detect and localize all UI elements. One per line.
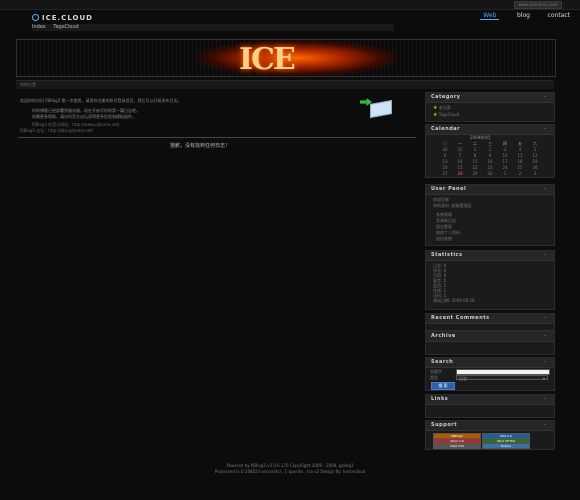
top-bar: www.sitename.com bbox=[0, 0, 580, 10]
widget-recent-comments-header[interactable]: Recent Comments – bbox=[426, 314, 554, 324]
widget-calendar-title: Calendar bbox=[431, 126, 461, 132]
no-posts-notice: 抱歉，没有找到任何日志！ bbox=[170, 143, 231, 149]
widget-statistics-header[interactable]: Statistics – bbox=[426, 251, 554, 261]
subnav-index[interactable]: Index bbox=[32, 24, 46, 30]
support-badge-6[interactable]: Firefox bbox=[482, 443, 530, 449]
location-text: 你的位置 bbox=[20, 82, 36, 87]
collapse-icon[interactable]: – bbox=[542, 422, 548, 428]
widget-statistics: Statistics – 日志: 0 评论: 0 引用: 0 留言: 0 会员: … bbox=[425, 250, 555, 310]
widget-statistics-title: Statistics bbox=[431, 252, 463, 258]
widget-links-header[interactable]: Links – bbox=[426, 395, 554, 405]
banner-title: ICE bbox=[239, 42, 296, 77]
widget-recent-comments: Recent Comments – bbox=[425, 313, 555, 331]
top-site-link[interactable]: www.sitename.com bbox=[514, 1, 562, 9]
logo-circle-icon bbox=[32, 14, 39, 21]
stat-line-8: 建站日期: 2009.09.28 bbox=[433, 298, 475, 303]
widget-archive-title: Archive bbox=[431, 333, 456, 339]
widget-calendar: Calendar – 2009年9月 日一二三四五六 30 31 1 2 3 4 5 6 7 8 9 10… bbox=[425, 124, 555, 178]
collapse-icon[interactable]: – bbox=[542, 252, 548, 258]
widget-recent-comments-title: Recent Comments bbox=[431, 315, 490, 321]
widget-support-title: Support bbox=[431, 422, 458, 428]
new-post-icon[interactable] bbox=[360, 96, 392, 118]
header: ICE.CLOUD Index TagsCloud Web blog conta… bbox=[24, 12, 570, 32]
site-logo[interactable]: ICE.CLOUD bbox=[32, 14, 93, 22]
widget-links-title: Links bbox=[431, 396, 449, 402]
nav-blog[interactable]: blog bbox=[517, 12, 530, 19]
nav-contact[interactable]: contact bbox=[548, 12, 570, 19]
collapse-icon[interactable]: – bbox=[542, 186, 548, 192]
chevron-down-icon: ▾ bbox=[542, 376, 545, 381]
user-line-2: 你的身份: 超级管理员 bbox=[433, 203, 472, 208]
search-type-value: 日志 bbox=[459, 376, 467, 381]
footer-line-2: Processed in 0.148023 second(s) , 1 quer… bbox=[214, 469, 366, 474]
sub-navigation: Index TagsCloud bbox=[32, 24, 394, 31]
star-icon: ★ bbox=[433, 105, 438, 111]
calendar-day[interactable]: 27 bbox=[438, 171, 452, 177]
search-type-label: 类型 bbox=[430, 375, 438, 380]
calendar-day[interactable]: 1 bbox=[498, 171, 512, 177]
user-link-5[interactable]: 退出系统 bbox=[436, 236, 452, 242]
star-icon: ★ bbox=[433, 112, 438, 118]
widget-archive-header[interactable]: Archive – bbox=[426, 332, 554, 342]
nav-web[interactable]: Web bbox=[480, 12, 500, 20]
widget-user-panel-header[interactable]: User Panel – bbox=[426, 185, 554, 195]
widget-category-title: Category bbox=[431, 94, 461, 100]
calendar-day[interactable]: 29 bbox=[468, 171, 482, 177]
widget-calendar-header[interactable]: Calendar – bbox=[426, 125, 554, 135]
calendar-day[interactable]: 2 bbox=[513, 171, 527, 177]
collapse-icon[interactable]: – bbox=[542, 94, 548, 100]
widget-support: Support – PJBlog3 RSS 2.0 Atom 1.0 Valid … bbox=[425, 420, 555, 450]
collapse-icon[interactable]: – bbox=[542, 359, 548, 365]
search-button[interactable]: 搜 索 bbox=[431, 382, 455, 390]
widget-archive: Archive – bbox=[425, 331, 555, 355]
banner-fire-glow bbox=[197, 40, 397, 76]
main-navigation: Web blog contact bbox=[464, 12, 570, 20]
widget-search-header[interactable]: Search – bbox=[426, 358, 554, 368]
category-item-1[interactable]: ★ 未分类 bbox=[433, 105, 451, 111]
calendar-day[interactable]: 28 bbox=[453, 171, 467, 177]
subnav-tagscloud[interactable]: TagsCloud bbox=[53, 24, 78, 30]
location-strip: 你的位置 bbox=[16, 80, 554, 89]
post-line-5[interactable]: PJBlog3 论坛：http://bbs.pjhome.net/ bbox=[20, 128, 93, 134]
widget-search-title: Search bbox=[431, 359, 454, 365]
collapse-icon[interactable]: – bbox=[542, 315, 548, 321]
category-item-2[interactable]: ★ TagsCloud bbox=[433, 112, 459, 118]
banner: ICE bbox=[16, 39, 556, 77]
widget-user-panel: User Panel – 欢迎回来 你的身份: 超级管理员 系统管理 发表新日志 … bbox=[425, 184, 555, 246]
post-line-1: 欢迎你的访问 PJBlog3 第一次使用，请用你注册的账号登录首页，然后可以开始… bbox=[20, 98, 182, 103]
logo-text: ICE.CLOUD bbox=[42, 14, 93, 22]
calendar-week-row: 27 28 29 30 1 2 3 bbox=[438, 171, 542, 177]
widget-category: Category – ★ 未分类 ★ TagsCloud bbox=[425, 92, 555, 122]
widget-links: Links – bbox=[425, 394, 555, 418]
category-item-2-label: TagsCloud bbox=[438, 112, 460, 117]
calendar-day[interactable]: 3 bbox=[528, 171, 542, 177]
calendar-grid: 日一二三四五六 30 31 1 2 3 4 5 6 7 8 9 10 11 12 13 14 15 16 17 18 19… bbox=[438, 141, 542, 177]
category-item-1-label: 未分类 bbox=[438, 105, 451, 110]
support-badge-5[interactable]: Valid CSS bbox=[433, 443, 481, 449]
content-divider bbox=[18, 137, 416, 138]
widget-category-header[interactable]: Category – bbox=[426, 93, 554, 103]
footer: Powered by PJBlog3 v3.0.6.170 CopyRight … bbox=[130, 463, 450, 475]
calendar-day[interactable]: 30 bbox=[483, 171, 497, 177]
collapse-icon[interactable]: – bbox=[542, 333, 548, 339]
envelope-icon bbox=[370, 100, 392, 118]
widget-support-header[interactable]: Support – bbox=[426, 421, 554, 431]
collapse-icon[interactable]: – bbox=[542, 396, 548, 402]
widget-user-panel-title: User Panel bbox=[431, 186, 467, 192]
collapse-icon[interactable]: – bbox=[542, 126, 548, 132]
search-type-select[interactable]: 日志 ▾ bbox=[456, 375, 548, 381]
post-line-3: 如需更多帮助，请访问官方论坛获得更多信息和模板插件。 bbox=[32, 114, 136, 119]
widget-search: Search – 关键字 类型 日志 ▾ 搜 索 bbox=[425, 357, 555, 391]
